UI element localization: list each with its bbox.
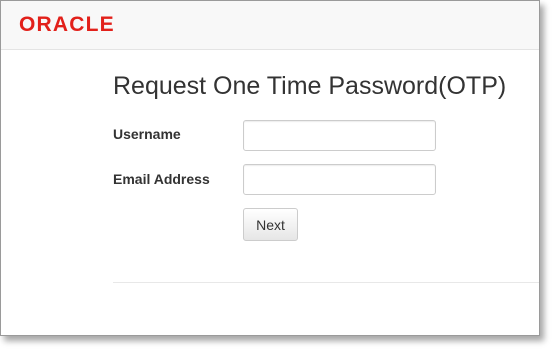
page-title: Request One Time Password(OTP) (113, 72, 507, 100)
username-label: Username (113, 126, 181, 142)
oracle-logo: ORACLE (19, 13, 115, 36)
username-input[interactable] (243, 120, 436, 151)
email-address-label: Email Address (113, 171, 210, 187)
email-address-input[interactable] (243, 164, 436, 195)
next-button[interactable]: Next (243, 208, 298, 241)
header-bar: ORACLE (1, 1, 539, 50)
divider (113, 282, 539, 283)
app-window: ORACLE Request One Time Password(OTP) Us… (0, 0, 540, 336)
